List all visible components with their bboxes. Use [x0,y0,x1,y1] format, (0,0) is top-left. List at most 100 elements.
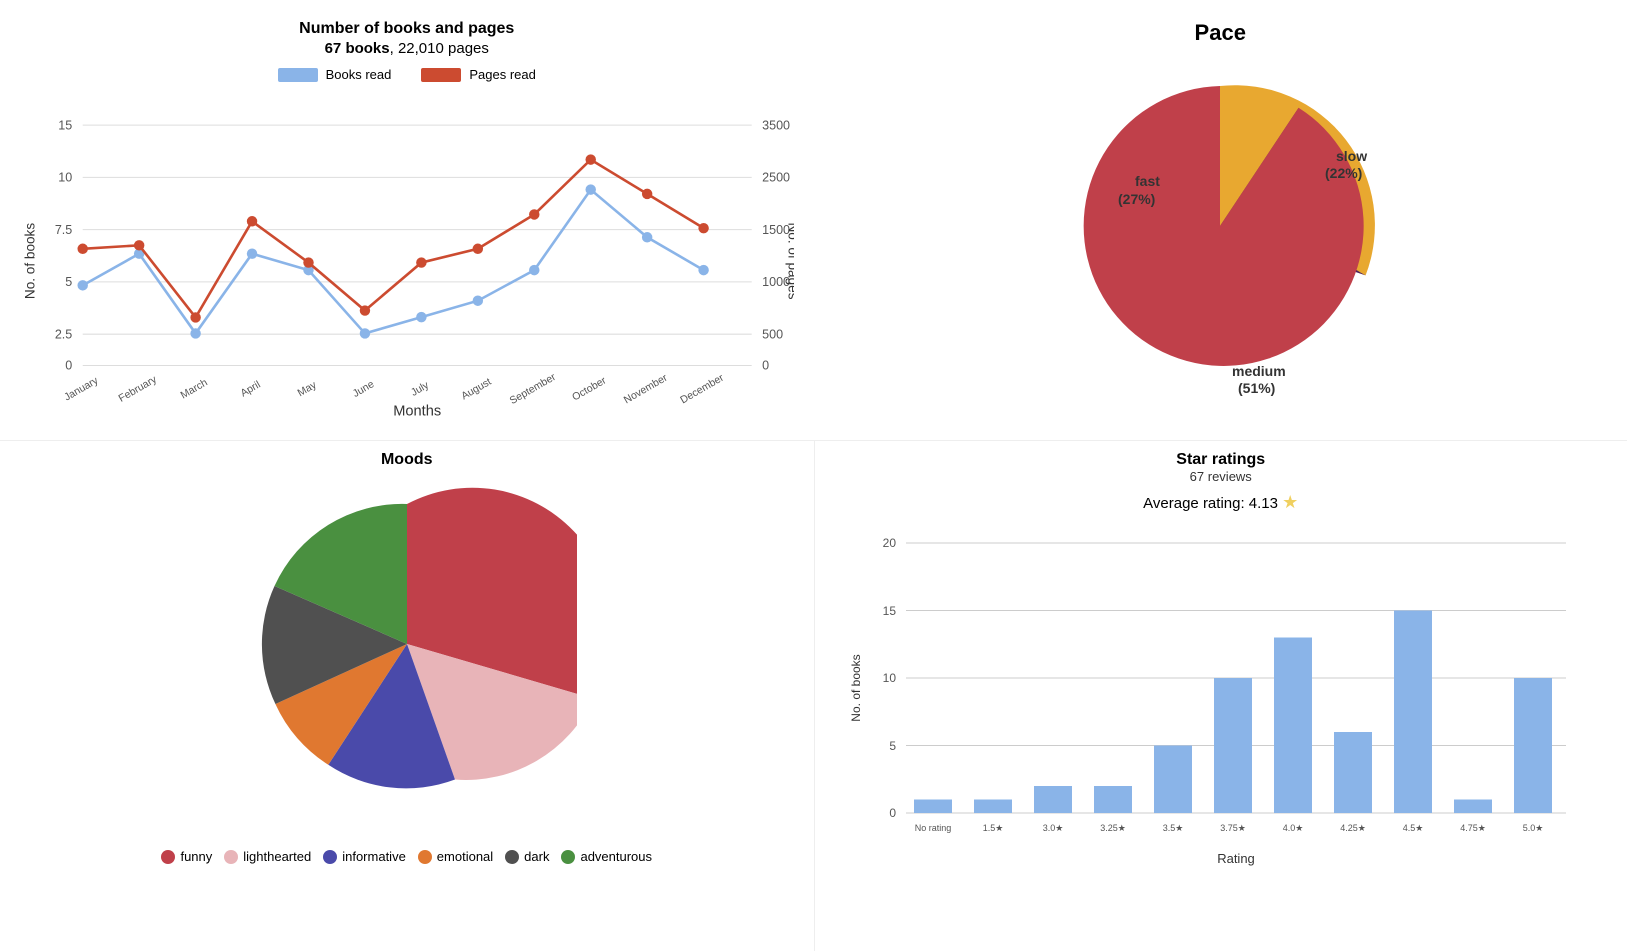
bar-3-25 [1094,786,1132,813]
svg-text:20: 20 [882,536,896,550]
moods-legend-funny: funny [161,849,212,864]
bar-3-75 [1214,678,1252,813]
svg-text:10: 10 [882,671,896,685]
subtitle-books: 67 books [325,40,390,57]
pace-medium-pct: (51%) [1238,380,1275,396]
pace-slow-label: slow [1336,148,1367,164]
svg-text:5: 5 [65,275,72,289]
adventurous-label: adventurous [580,849,652,864]
line-chart-legend: Books read Pages read [278,67,536,82]
svg-text:4.25★: 4.25★ [1340,823,1366,833]
informative-label: informative [342,849,406,864]
svg-text:October: October [571,375,609,403]
svg-text:June: June [351,379,376,400]
svg-text:15: 15 [882,604,896,618]
svg-text:Months: Months [393,404,441,420]
moods-legend-emotional: emotional [418,849,493,864]
bar-4-0 [1274,638,1312,814]
bar-4-25 [1334,732,1372,813]
informative-dot [323,850,337,864]
emotional-label: emotional [437,849,493,864]
avg-rating: Average rating: 4.13 ★ [1143,492,1298,513]
svg-text:3.5★: 3.5★ [1162,823,1183,833]
pace-medium-label: medium [1232,363,1286,379]
svg-text:3500: 3500 [762,118,790,132]
bar-no-rating [914,800,952,814]
svg-text:3.25★: 3.25★ [1100,823,1126,833]
dark-label: dark [524,849,549,864]
svg-text:0: 0 [65,359,72,373]
pace-fast-pct: (27%) [1118,191,1155,207]
svg-text:0: 0 [889,806,896,820]
pace-section: Pace fast (27%) slow (22%) medium (51%) [814,0,1627,440]
line-chart-subtitle: 67 books, 22,010 pages [325,40,489,57]
svg-text:500: 500 [762,327,783,341]
legend-pages-color [421,68,461,82]
svg-text:No. of pages: No. of pages [785,223,793,300]
bar-4-5 [1394,611,1432,814]
bar-3-5 [1154,746,1192,814]
legend-pages-label: Pages read [469,67,536,82]
svg-text:4.5★: 4.5★ [1402,823,1423,833]
svg-text:5.0★: 5.0★ [1522,823,1543,833]
dark-dot [505,850,519,864]
legend-books-color [278,68,318,82]
line-chart-svg-container: 0 2.5 5 7.5 10 15 No. of books 0 500 100… [20,92,794,430]
svg-text:No. of books: No. of books [849,654,863,721]
svg-text:No. of books: No. of books [23,223,38,299]
svg-text:0: 0 [762,359,769,373]
adventurous-dot [561,850,575,864]
line-chart-title: Number of books and pages [299,20,514,38]
svg-text:March: March [179,377,210,401]
svg-text:1.5★: 1.5★ [982,823,1003,833]
funny-dot [161,850,175,864]
star-icon: ★ [1282,492,1298,512]
svg-text:5: 5 [889,739,896,753]
legend-pages: Pages read [421,67,536,82]
pace-pie-svg: fast (27%) slow (22%) medium (51%) [1040,56,1400,396]
ratings-title: Star ratings [1176,451,1265,469]
svg-text:4.75★: 4.75★ [1460,823,1486,833]
moods-legend-lighthearted: lighthearted [224,849,311,864]
ratings-section: Star ratings 67 reviews Average rating: … [814,440,1627,951]
moods-section: Moods funny [0,440,814,951]
moods-title: Moods [381,451,433,469]
svg-text:January: January [63,375,101,403]
funny-label: funny [180,849,212,864]
svg-text:3.75★: 3.75★ [1220,823,1246,833]
svg-text:December: December [679,372,727,406]
moods-legend-dark: dark [505,849,549,864]
svg-text:4.0★: 4.0★ [1282,823,1303,833]
svg-text:February: February [117,374,159,405]
svg-text:August: August [460,377,494,403]
svg-text:7.5: 7.5 [55,223,72,237]
moods-pie-svg [237,479,577,839]
svg-text:November: November [622,372,670,406]
pace-title: Pace [1195,20,1246,46]
svg-text:July: July [409,380,431,399]
bar-3-0 [1034,786,1072,813]
svg-text:May: May [296,379,319,399]
bar-1-5 [974,800,1012,814]
svg-text:2500: 2500 [762,171,790,185]
moods-legend: funny lighthearted informative emotional… [161,849,652,864]
bar-chart-svg: 0 5 10 15 20 No. of books No rating 1.5★… [846,523,1596,873]
line-chart-section: Number of books and pages 67 books, 22,0… [0,0,814,440]
svg-text:September: September [508,372,558,407]
svg-text:3.0★: 3.0★ [1042,823,1063,833]
pace-slow-pct: (22%) [1325,165,1362,181]
lighthearted-label: lighthearted [243,849,311,864]
subtitle-pages: , 22,010 pages [390,40,489,57]
pace-fast-label: fast [1135,173,1160,189]
svg-text:April: April [239,380,263,400]
legend-books: Books read [278,67,392,82]
legend-books-label: Books read [326,67,392,82]
line-chart-svg: 0 2.5 5 7.5 10 15 No. of books 0 500 100… [20,92,794,430]
svg-text:2.5: 2.5 [55,327,72,341]
bar-4-75 [1454,800,1492,814]
emotional-dot [418,850,432,864]
lighthearted-dot [224,850,238,864]
ratings-subtitle: 67 reviews [1190,469,1252,484]
bar-5-0 [1514,678,1552,813]
svg-text:Rating: Rating [1217,851,1255,866]
